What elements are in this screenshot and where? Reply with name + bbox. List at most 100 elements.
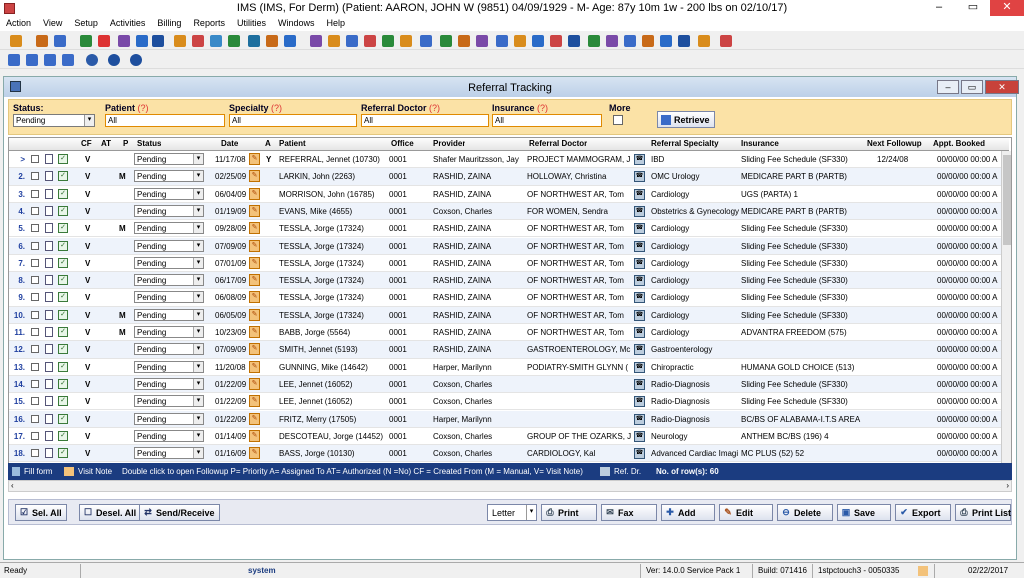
document-icon[interactable] bbox=[45, 361, 53, 372]
visit-note-icon[interactable]: ✎ bbox=[249, 222, 260, 235]
ref-dr-icon[interactable]: ☎ bbox=[634, 344, 645, 356]
mail-icon[interactable] bbox=[660, 35, 672, 47]
exchange-icon[interactable] bbox=[328, 35, 340, 47]
fill-form-icon[interactable]: ✓ bbox=[58, 309, 68, 320]
col-a[interactable]: A bbox=[265, 139, 271, 148]
status-select[interactable]: Pending ▾ bbox=[134, 256, 204, 269]
row-select-checkbox[interactable] bbox=[31, 206, 39, 215]
status-select[interactable]: Pending ▾ bbox=[134, 308, 204, 321]
calendar-icon[interactable] bbox=[80, 35, 92, 47]
chart-bar-icon[interactable] bbox=[440, 35, 452, 47]
document-icon[interactable] bbox=[45, 205, 53, 216]
fill-form-icon[interactable]: ✓ bbox=[58, 154, 68, 164]
table-row[interactable]: 13. V 11/20/08 GUNNING, Mike (14642) 0001 Har… bbox=[9, 359, 1005, 376]
ref-dr-icon[interactable]: ☎ bbox=[634, 171, 645, 183]
visit-note-icon[interactable]: ✎ bbox=[249, 204, 260, 217]
status-select[interactable]: Pending ▾ bbox=[134, 170, 204, 183]
document-icon[interactable] bbox=[45, 327, 53, 337]
row-select-checkbox[interactable] bbox=[31, 155, 39, 163]
visit-note-icon[interactable]: ✎ bbox=[249, 395, 260, 408]
camera-icon[interactable] bbox=[606, 35, 618, 47]
flask-icon[interactable] bbox=[136, 35, 148, 47]
mail-icon[interactable] bbox=[382, 35, 394, 47]
menu-action[interactable]: Action bbox=[0, 16, 37, 28]
row-select-checkbox[interactable] bbox=[31, 224, 39, 233]
fill-form-icon[interactable]: ✓ bbox=[58, 396, 68, 407]
notes-icon[interactable] bbox=[192, 35, 204, 47]
window-icon[interactable] bbox=[476, 35, 488, 47]
col-next-followup[interactable]: Next Followup bbox=[867, 139, 922, 148]
doctor-icon[interactable] bbox=[54, 35, 66, 47]
delete-button[interactable]: ⊖ Delete bbox=[777, 504, 833, 521]
row-select-checkbox[interactable] bbox=[31, 328, 39, 336]
fill-form-icon[interactable]: ✓ bbox=[58, 171, 68, 182]
ref-dr-icon[interactable]: ☎ bbox=[634, 188, 645, 200]
folder-icon[interactable] bbox=[400, 35, 412, 47]
table-row[interactable]: 18. V 01/16/09 BASS, Jorge (10130) 0001 Coxso… bbox=[9, 445, 1005, 463]
table-row[interactable]: 16. V 01/22/09 FRITZ, Merry (17505) 0001 Harp… bbox=[9, 410, 1005, 428]
menu-view[interactable]: View bbox=[37, 16, 68, 28]
col-office[interactable]: Office bbox=[391, 139, 414, 148]
fill-form-icon[interactable]: ✓ bbox=[58, 205, 68, 216]
table-row[interactable]: 4. V 01/19/09 EVANS, Mike (4655) 0001 Coxson,… bbox=[9, 202, 1005, 221]
menu-activities[interactable]: Activities bbox=[104, 16, 152, 28]
row-select-checkbox[interactable] bbox=[31, 241, 39, 250]
inner-minimize-button[interactable]: – bbox=[937, 80, 959, 94]
edit-button[interactable]: ✎ Edit bbox=[719, 504, 773, 521]
ref-dr-icon[interactable]: ☎ bbox=[634, 275, 645, 287]
scanner-icon[interactable] bbox=[642, 35, 654, 47]
table-row[interactable]: 5. V M 09/28/09 TESSLA, Jorge (17324) 0001 RAS… bbox=[9, 220, 1005, 238]
fill-form-icon[interactable]: ✓ bbox=[58, 275, 68, 286]
inner-close-button[interactable]: ✕ bbox=[985, 80, 1019, 94]
maximize-button[interactable]: ▭ bbox=[958, 0, 988, 16]
close-button[interactable]: ✕ bbox=[990, 0, 1024, 16]
row-select-checkbox[interactable] bbox=[31, 414, 39, 423]
notes-icon[interactable] bbox=[918, 566, 928, 576]
ref-dr-icon[interactable]: ☎ bbox=[634, 223, 645, 235]
visit-note-icon[interactable]: ✎ bbox=[249, 170, 260, 183]
row-select-checkbox[interactable] bbox=[31, 379, 39, 388]
settings-icon[interactable] bbox=[210, 35, 222, 47]
col-p[interactable]: P bbox=[123, 139, 128, 148]
visit-note-icon[interactable]: ✎ bbox=[249, 308, 260, 321]
status-select[interactable]: Pending ▾ bbox=[134, 447, 204, 460]
table-row[interactable]: 12. V 07/09/09 SMITH, Jennet (5193) 0001 RASH… bbox=[9, 341, 1005, 359]
visit-note-icon[interactable]: ✎ bbox=[249, 360, 260, 373]
col-appt-booked[interactable]: Appt. Booked bbox=[933, 139, 985, 148]
export-button[interactable]: ✔ Export bbox=[895, 504, 951, 521]
export-icon[interactable] bbox=[550, 35, 562, 47]
refresh-icon[interactable] bbox=[532, 35, 544, 47]
scroll-left-icon[interactable]: ‹ bbox=[11, 481, 14, 490]
fill-form-icon[interactable]: ✓ bbox=[58, 361, 68, 372]
chart-icon[interactable] bbox=[174, 35, 186, 47]
document-icon[interactable] bbox=[45, 240, 53, 251]
add-button[interactable]: ✚ Add bbox=[661, 504, 715, 521]
ref-dr-icon[interactable]: ☎ bbox=[634, 396, 645, 408]
ref-dr-icon[interactable]: ☎ bbox=[634, 205, 645, 217]
row-select-checkbox[interactable] bbox=[31, 310, 39, 319]
fill-form-icon[interactable]: ✓ bbox=[58, 344, 68, 355]
table-row[interactable]: 7. V 07/01/09 TESSLA, Jorge (17324) 0001 RASH… bbox=[9, 255, 1005, 273]
ref-dr-icon[interactable]: ☎ bbox=[634, 413, 645, 425]
status-filter-select[interactable]: Pending ▾ bbox=[13, 114, 95, 127]
menu-help[interactable]: Help bbox=[320, 16, 351, 28]
status-select[interactable]: Pending ▾ bbox=[134, 291, 204, 304]
table-row[interactable]: > V 11/17/08 Y REFERRAL, Jennet (10730) 0001 S… bbox=[9, 151, 1005, 169]
word-icon[interactable] bbox=[568, 35, 580, 47]
visit-note-icon[interactable]: ✎ bbox=[249, 429, 260, 442]
group-icon[interactable] bbox=[266, 35, 278, 47]
status-select[interactable]: Pending ▾ bbox=[134, 153, 204, 165]
select-all-button[interactable]: ☑ Sel. All bbox=[15, 504, 67, 521]
minimize-button[interactable]: – bbox=[924, 0, 954, 16]
table-row[interactable]: 3. V 06/04/09 MORRISON, John (16785) 0001 RAS… bbox=[9, 186, 1005, 203]
col-provider[interactable]: Provider bbox=[433, 139, 465, 148]
help-icon[interactable] bbox=[678, 35, 690, 47]
document-icon[interactable] bbox=[45, 413, 53, 424]
col-patient[interactable]: Patient bbox=[279, 139, 306, 148]
fill-form-icon[interactable]: ✓ bbox=[58, 257, 68, 268]
col-cf[interactable]: CF bbox=[81, 139, 92, 148]
exit-icon[interactable] bbox=[720, 35, 732, 47]
ref-dr-icon[interactable]: ☎ bbox=[634, 154, 645, 165]
status-select[interactable]: Pending ▾ bbox=[134, 429, 204, 442]
row-select-checkbox[interactable] bbox=[31, 258, 39, 267]
